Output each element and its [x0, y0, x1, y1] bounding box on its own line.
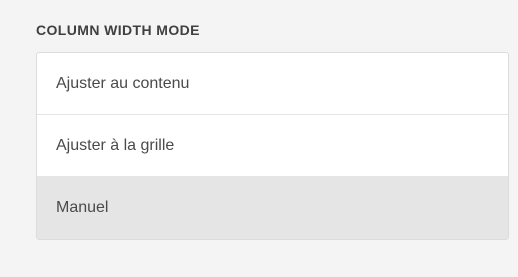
option-fit-to-grid[interactable]: Ajuster à la grille	[37, 115, 508, 177]
option-manual[interactable]: Manuel	[37, 177, 508, 239]
column-width-panel: COLUMN WIDTH MODE Ajuster au contenu Aju…	[36, 16, 509, 240]
column-width-mode-options: Ajuster au contenu Ajuster à la grille M…	[36, 52, 509, 240]
column-width-mode-heading: COLUMN WIDTH MODE	[36, 22, 200, 38]
option-fit-to-content[interactable]: Ajuster au contenu	[37, 53, 508, 115]
